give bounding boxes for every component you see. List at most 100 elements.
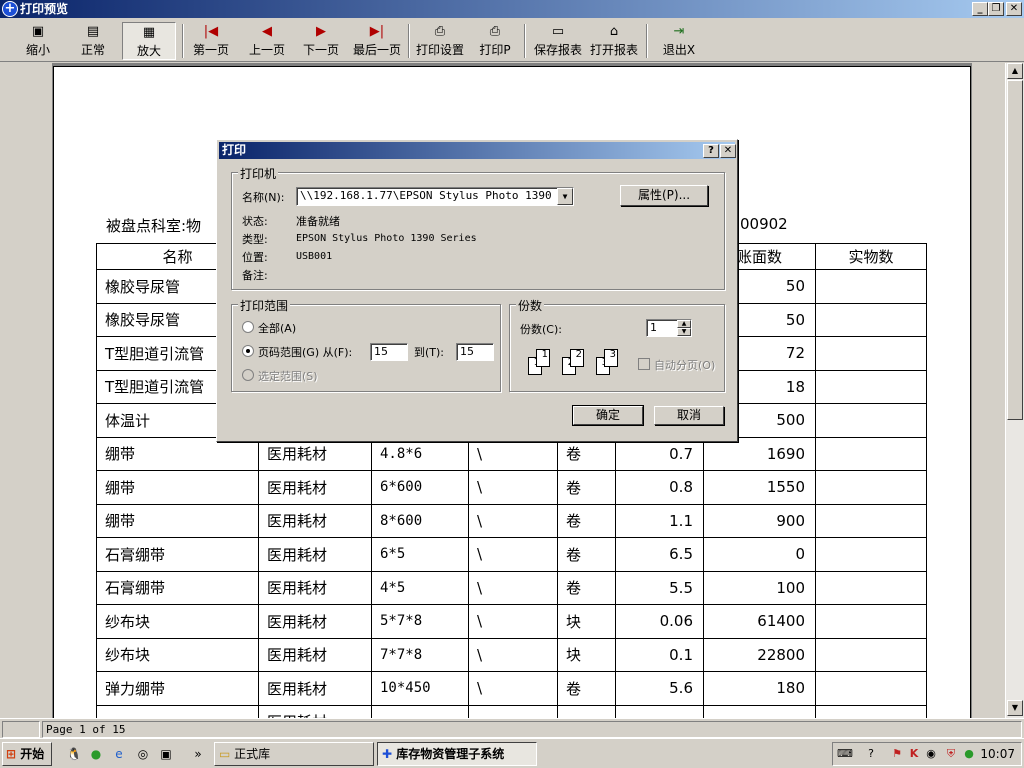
task-button-formal-library[interactable]: ▭ 正式库 bbox=[214, 742, 374, 766]
right-gutter bbox=[972, 63, 1005, 718]
quicklaunch-globe-icon[interactable]: ◎ bbox=[135, 746, 151, 762]
table-cell: \ bbox=[468, 604, 558, 639]
dialog-close-button[interactable]: ✕ bbox=[720, 144, 736, 158]
table-cell: 卷 bbox=[557, 470, 616, 505]
normal-size-button[interactable]: ▤ 正常 bbox=[67, 22, 119, 60]
collate-checkbox bbox=[638, 358, 650, 370]
table-cell: 0.8 bbox=[615, 470, 704, 505]
table-cell: 石膏绷带 bbox=[96, 537, 259, 572]
exit-button[interactable]: ⇥ 退出X bbox=[658, 22, 700, 60]
copies-stepper[interactable]: 1 ▲ ▼ bbox=[646, 319, 692, 337]
table-cell: 绷带 bbox=[96, 503, 259, 538]
close-button[interactable]: ✕ bbox=[1006, 2, 1022, 16]
printer-type-value: EPSON Stylus Photo 1390 Series bbox=[296, 233, 477, 244]
printer-name-select[interactable]: \\192.168.1.77\EPSON Stylus Photo 1390 S… bbox=[296, 187, 574, 206]
quicklaunch-more-chevron[interactable]: » bbox=[190, 746, 206, 762]
quicklaunch-green-icon[interactable]: ● bbox=[88, 746, 104, 762]
table-cell: 医用耗材 bbox=[258, 637, 372, 672]
app-plus-icon: ✚ bbox=[382, 747, 393, 761]
printer-icon: ⎙ bbox=[489, 24, 501, 39]
selection-radio bbox=[242, 369, 254, 381]
next-page-icon: ▶ bbox=[316, 24, 326, 39]
page-to-input[interactable]: 15 bbox=[456, 343, 494, 361]
table-cell: \ bbox=[468, 570, 558, 605]
table-cell: 医用耗材 bbox=[258, 671, 372, 706]
stepper-up-icon[interactable]: ▲ bbox=[677, 320, 691, 328]
toolbar-separator bbox=[646, 24, 648, 58]
scroll-thumb[interactable] bbox=[1007, 80, 1023, 420]
table-cell: 医用耗材 bbox=[258, 537, 372, 572]
keyboard-icon[interactable]: ⌨ bbox=[837, 746, 853, 762]
print-dialog-title: 打印 bbox=[222, 143, 247, 157]
vertical-scrollbar[interactable]: ▲ ▼ bbox=[1005, 63, 1024, 718]
copies-label: 份数(C): bbox=[520, 323, 562, 336]
header-actual-qty: 实物数 bbox=[815, 243, 927, 270]
table-cell: 6*5 bbox=[371, 537, 469, 572]
open-folder-icon: ⌂ bbox=[609, 24, 619, 39]
table-cell bbox=[703, 704, 816, 718]
selection-label: 选定范围(S) bbox=[258, 370, 318, 383]
show-desktop-icon[interactable]: ▣ bbox=[158, 746, 174, 762]
stepper-down-icon[interactable]: ▼ bbox=[677, 328, 691, 336]
taskbar: ⊞ 开始 🐧 ● e ◎ ▣ » ▭ 正式库 ✚ 库存物资管理子系统 ⌨ ? ⚑… bbox=[0, 738, 1024, 768]
print-all-label[interactable]: 全部(A) bbox=[258, 320, 296, 336]
printer-setup-icon: ⎙ bbox=[434, 24, 446, 39]
table-cell bbox=[815, 403, 927, 438]
qq-penguin-icon[interactable]: 🐧 bbox=[66, 746, 82, 762]
save-report-button[interactable]: ▭ 保存报表 bbox=[530, 22, 586, 60]
zoom-out-icon: ▣ bbox=[31, 24, 45, 39]
help-icon[interactable]: ? bbox=[863, 746, 879, 762]
cancel-button[interactable]: 取消 bbox=[654, 406, 724, 425]
antivirus-k-icon[interactable]: K bbox=[906, 746, 922, 762]
last-page-button[interactable]: ▶| 最后一页 bbox=[350, 22, 404, 60]
internet-explorer-icon[interactable]: e bbox=[111, 746, 127, 762]
print-button[interactable]: ⎙ 打印P bbox=[474, 22, 516, 60]
print-all-radio[interactable] bbox=[242, 321, 254, 333]
print-setup-button[interactable]: ⎙ 打印设置 bbox=[412, 22, 468, 60]
table-cell: 块 bbox=[557, 604, 616, 639]
shield-icon[interactable]: ⛨ bbox=[943, 746, 959, 762]
table-cell: 7*7*8 bbox=[371, 637, 469, 672]
restore-button[interactable]: ❐ bbox=[988, 2, 1004, 16]
table-row: 石膏绷带 医用耗材 6*5 \ 卷 6.5 0 bbox=[96, 537, 927, 572]
first-page-button[interactable]: |◀ 第一页 bbox=[188, 22, 234, 60]
open-report-button[interactable]: ⌂ 打开报表 bbox=[586, 22, 642, 60]
table-row: 纱布块 医用耗材 7*7*8 \ 块 0.1 22800 bbox=[96, 637, 927, 672]
minimize-button[interactable]: _ bbox=[972, 2, 988, 16]
table-cell bbox=[815, 704, 927, 718]
next-page-button[interactable]: ▶ 下一页 bbox=[298, 22, 344, 60]
start-button[interactable]: ⊞ 开始 bbox=[2, 742, 52, 766]
printer-properties-button[interactable]: 属性(P)... bbox=[620, 185, 708, 206]
chevron-down-icon[interactable]: ▼ bbox=[557, 188, 573, 205]
printer-status-label: 状态: bbox=[242, 215, 268, 228]
table-cell: 8*600 bbox=[371, 503, 469, 538]
table-cell: 0.1 bbox=[615, 637, 704, 672]
task-button-inventory-system[interactable]: ✚ 库存物资管理子系统 bbox=[377, 742, 537, 766]
scroll-up-button[interactable]: ▲ bbox=[1007, 63, 1023, 79]
table-cell bbox=[615, 704, 704, 718]
previous-page-button[interactable]: ◀ 上一页 bbox=[244, 22, 290, 60]
page-range-label[interactable]: 页码范围(G) 从(F): bbox=[258, 344, 352, 360]
ok-button[interactable]: 确定 bbox=[572, 405, 644, 426]
dialog-help-button[interactable]: ? bbox=[703, 144, 719, 158]
copies-group-label: 份数 bbox=[516, 297, 545, 314]
zoom-out-button[interactable]: ▣ 缩小 bbox=[12, 22, 64, 60]
green-status-icon[interactable]: ● bbox=[961, 746, 977, 762]
table-cell: 10*450 bbox=[371, 671, 469, 706]
collate-illustration-icon: 1 1 2 2 3 3 bbox=[528, 347, 628, 381]
scroll-down-button[interactable]: ▼ bbox=[1007, 700, 1023, 716]
network-icon[interactable]: ◉ bbox=[923, 746, 939, 762]
status-bar: Page 1 of 15 bbox=[0, 718, 1024, 738]
page-from-input[interactable]: 15 bbox=[370, 343, 408, 361]
system-tray: ⌨ ? ⚑ K ◉ ⛨ ● 10:07 bbox=[832, 742, 1022, 766]
toolbar-separator bbox=[524, 24, 526, 58]
left-gutter bbox=[0, 63, 52, 718]
print-dialog-title-bar: 打印 ? ✕ bbox=[219, 142, 736, 159]
page-indicator: Page 1 of 15 bbox=[42, 721, 1022, 738]
zoom-in-button[interactable]: ▦ 放大 bbox=[122, 22, 176, 60]
page-to-label: 到(T): bbox=[414, 346, 445, 359]
flag-icon[interactable]: ⚑ bbox=[889, 746, 905, 762]
page-range-radio[interactable] bbox=[242, 345, 254, 357]
save-disk-icon: ▭ bbox=[551, 24, 565, 39]
table-cell: 5.5 bbox=[615, 570, 704, 605]
